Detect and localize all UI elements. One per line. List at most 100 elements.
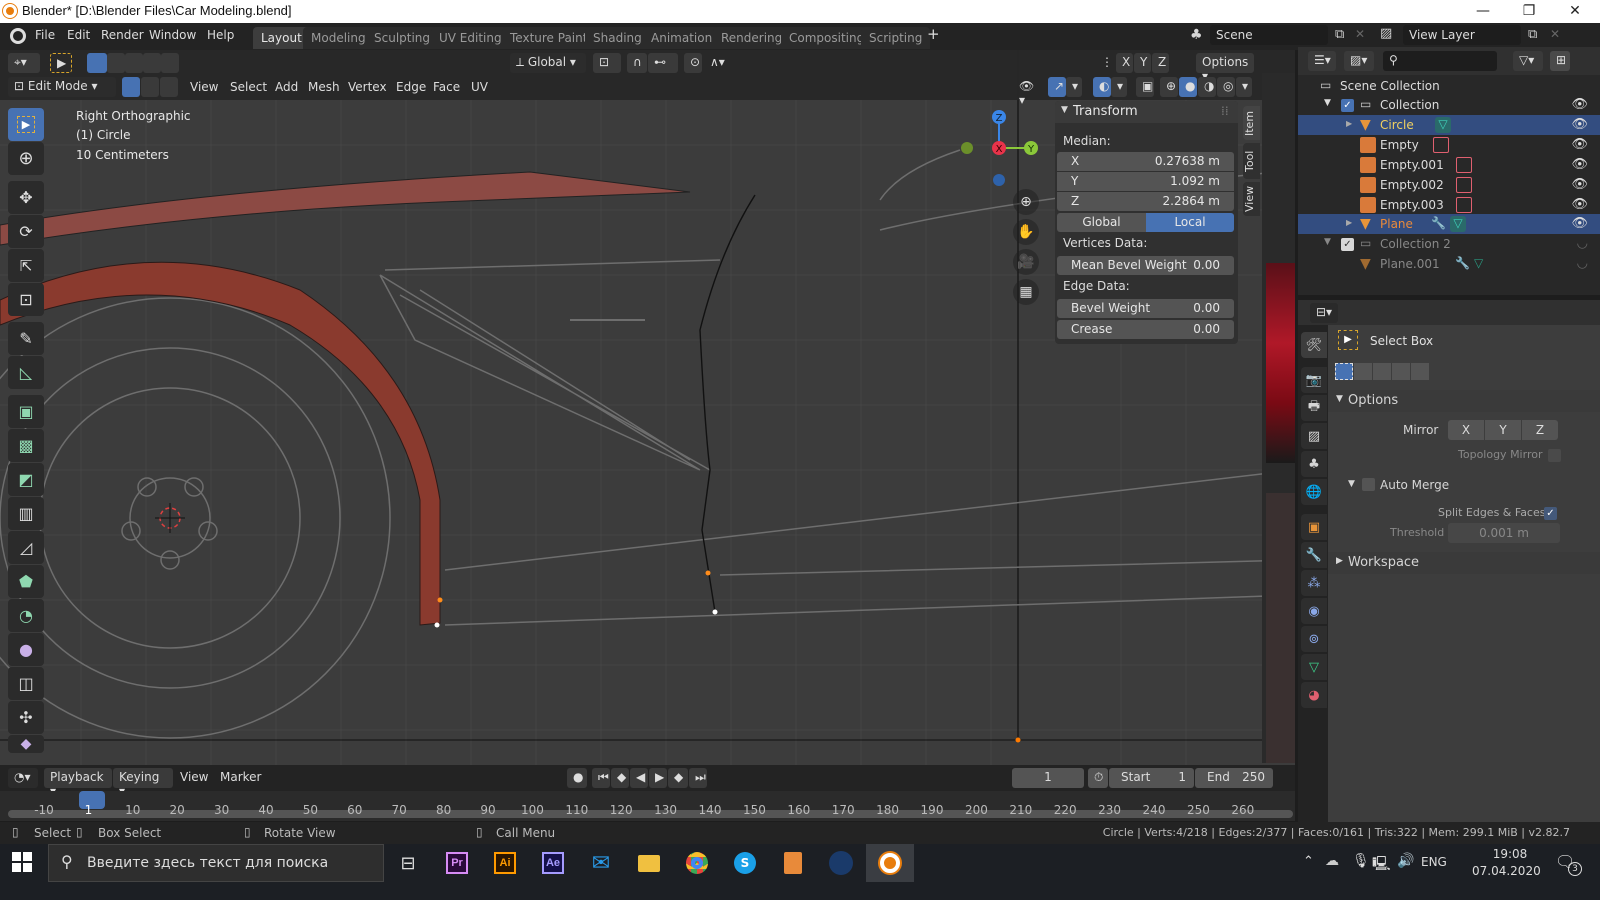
taskbar-mail[interactable]: ✉ [577,844,625,882]
tab-compositing[interactable]: Compositing [781,27,873,49]
tab-rendering[interactable]: Rendering [713,27,791,49]
outliner-row-plane-001[interactable]: ▼ Plane.001 🔧 ▽ ◡ [1298,254,1600,274]
taskbar-premiere[interactable]: Pr [433,844,481,882]
expand-arrow-icon[interactable]: ▶ [1346,119,1352,128]
menu-window[interactable]: Window [149,28,196,42]
visibility-eye-icon[interactable]: 👁 [1571,177,1588,192]
transform-orientation-dropdown[interactable]: ⟂ Global ▾ [510,53,586,73]
tool-inset[interactable]: ▩ [8,429,44,462]
gizmo-toggle-icon[interactable]: ↗ [1048,77,1066,97]
properties-tab-object[interactable]: ▣ [1301,514,1327,540]
tab-uv-editing[interactable]: UV Editing [431,27,510,49]
tray-overflow-icon[interactable]: ⌃ [1303,854,1314,869]
tab-shading[interactable]: Shading [585,27,650,49]
auto-merge-expand-icon[interactable]: ▼ [1348,479,1355,489]
mirror-z-toggle[interactable]: Z [1152,53,1169,73]
mode-subtract-icon[interactable] [1373,363,1391,380]
outliner-row-circle[interactable]: ▶ ▼ Circle ▽ 👁 [1298,115,1600,135]
bevel-weight-field[interactable]: Bevel Weight 0.00 [1057,299,1234,318]
clock-time[interactable]: 19:08 [1480,847,1540,861]
rendered-shading-icon[interactable]: ◎ [1217,77,1235,97]
properties-tab-physics[interactable]: ◉ [1301,598,1327,624]
taskbar-chrome[interactable] [673,844,721,882]
split-edges-checkbox[interactable]: ✓ [1544,507,1557,520]
material-shading-icon[interactable]: ◑ [1198,77,1216,97]
end-frame-field[interactable]: End 250 [1195,768,1273,788]
sidebar-tab-item[interactable]: Item [1243,106,1260,140]
outliner-scene-collection[interactable]: ▭ Scene Collection [1298,76,1600,96]
properties-tab-scene[interactable]: ♣ [1301,451,1327,477]
visibility-eye-icon[interactable]: 👁 [1571,157,1588,172]
image-data-icon[interactable] [1433,137,1449,153]
properties-tab-material[interactable]: ◕ [1301,682,1327,708]
ortho-toggle-button[interactable]: ▦ [1013,279,1039,305]
tab-layout[interactable]: Layout [253,27,310,49]
properties-tab-output[interactable]: 🖶 [1301,395,1327,421]
next-keyframe-button[interactable]: ◆ [668,768,688,788]
mirror-icon[interactable]: ⋮⋮ [1095,53,1125,73]
add-workspace-button[interactable]: + [927,25,940,43]
mode-set-icon[interactable] [1335,363,1353,380]
face-select-mode[interactable] [160,77,178,97]
hidden-eye-icon[interactable]: ◡ [1577,236,1588,251]
modifier-wrench-icon[interactable]: 🔧 [1455,256,1471,272]
options-dropdown[interactable]: Options ▾ [1196,53,1254,83]
outliner-row-empty[interactable]: Empty 👁 [1298,135,1600,155]
new-collection-button[interactable]: ⊞ [1550,51,1570,71]
tab-sculpting[interactable]: Sculpting [366,27,439,49]
select-mode-new-icon[interactable] [87,53,107,73]
properties-tab-world[interactable]: 🌐 [1301,479,1327,505]
expand-arrow-icon[interactable]: ▶ [1346,218,1352,227]
tool-scale[interactable]: ⇱ [8,249,44,282]
select-mode-invert-icon[interactable] [143,53,161,73]
tab-scripting[interactable]: Scripting [861,27,931,49]
new-scene-icon[interactable]: ⧉ [1335,27,1344,42]
network-icon[interactable]: 🖳 [1372,853,1391,877]
onedrive-error-icon[interactable]: ☁ [1325,853,1339,869]
pan-view-button[interactable]: ✋ [1013,219,1039,245]
mirror-z-button[interactable]: Z [1522,420,1558,440]
filter-view-layer-dropdown[interactable]: ▨▾ [1344,51,1374,71]
tool-bevel[interactable]: ◩ [8,463,44,496]
tool-poly-build[interactable]: ⬟ [8,565,44,598]
outliner-row-empty-002[interactable]: Empty.002 👁 [1298,175,1600,195]
modifier-wrench-icon[interactable]: 🔧 [1431,216,1447,232]
mirror-x-toggle[interactable]: X [1116,53,1133,73]
image-data-icon[interactable] [1456,197,1472,213]
options-panel-header[interactable]: ▼ Options [1328,390,1600,412]
gizmo-dropdown[interactable]: ▾ [1066,77,1082,97]
select-mode-intersect-icon[interactable] [161,53,179,73]
marker-menu[interactable]: Marker [220,770,261,784]
median-y-field[interactable]: Y 1.092 m [1057,172,1234,191]
tool-annotate[interactable]: ✎ [8,322,44,355]
menu-vertex[interactable]: Vertex [348,80,387,94]
vertex-select-mode[interactable] [122,77,140,97]
menu-mesh[interactable]: Mesh [308,80,340,94]
timeline-editor-type[interactable]: ◔▾ [8,768,38,788]
mode-dropdown[interactable]: ⊡ Edit Mode ▾ [8,77,116,97]
timeline-view-menu[interactable]: View [180,770,208,784]
zoom-view-button[interactable]: ⊕ [1013,189,1039,215]
tool-select-box[interactable]: ▶ [8,108,44,141]
tab-texture-paint[interactable]: Texture Paint [502,27,596,49]
wireframe-shading-icon[interactable]: ⊕ [1160,77,1178,97]
proportional-edit-icon[interactable]: ⊙ [684,53,702,73]
taskbar-illustrator[interactable]: Ai [481,844,529,882]
falloff-icon[interactable]: ∧▾ [704,53,734,73]
taskbar-blender[interactable] [866,844,914,882]
tool-cursor[interactable]: ⊕ [8,142,44,175]
properties-tab-render[interactable]: 📷 [1301,367,1327,393]
editor-type-button[interactable]: ⌖▾ [8,53,40,73]
mesh-data-icon[interactable]: ▽ [1435,117,1451,133]
tool-loop-cut[interactable]: ▥ [8,497,44,530]
threshold-field[interactable]: 0.001 m [1448,523,1560,543]
snap-target-icon[interactable]: ⊷ [648,53,678,73]
properties-editor-type[interactable]: ⊟▾ [1310,303,1338,323]
visibility-eye-icon[interactable]: 👁 [1571,197,1588,212]
tool-transform[interactable]: ⊡ [8,283,44,316]
properties-tab-view-layer[interactable]: ▨ [1301,423,1327,449]
tool-rotate[interactable]: ⟳ [8,215,44,248]
task-view-button[interactable]: ⊟ [384,844,432,882]
select-mode-subtract-icon[interactable] [125,53,143,73]
active-tool-icon[interactable]: ▶ [50,53,72,73]
